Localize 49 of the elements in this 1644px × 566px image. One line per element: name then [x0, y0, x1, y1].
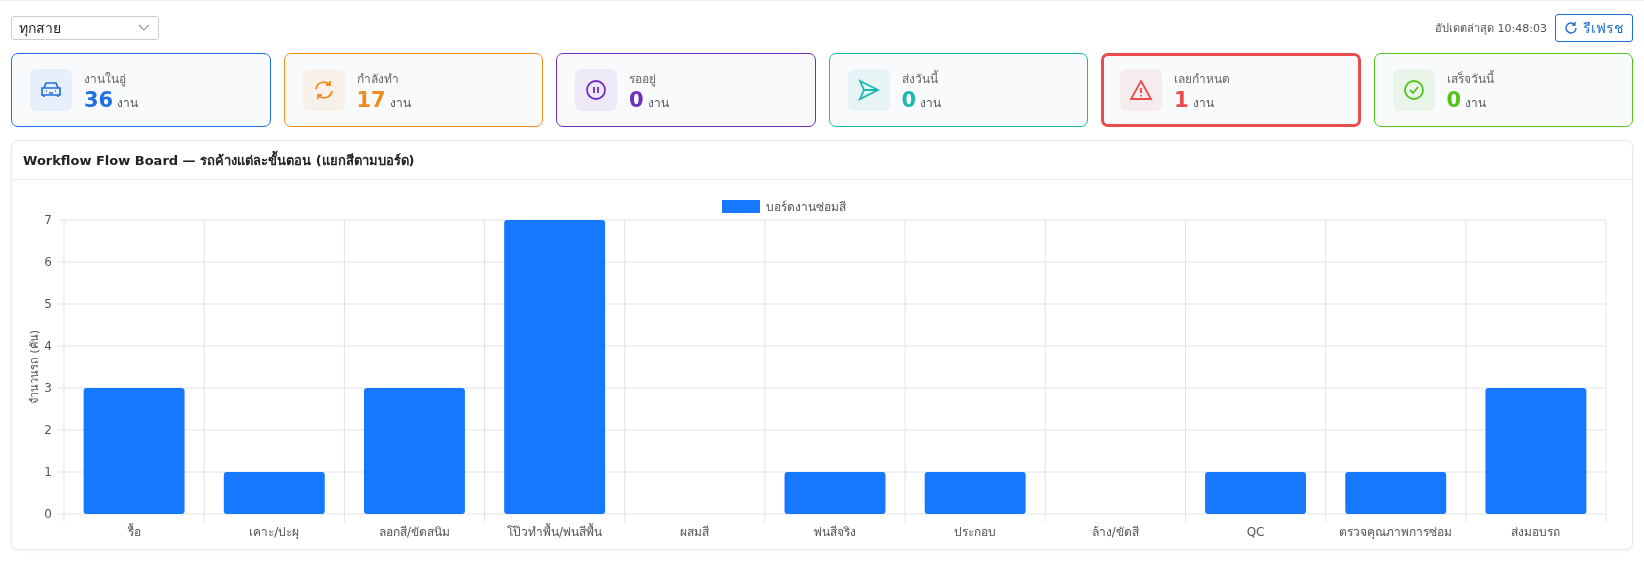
pause-icon: [584, 78, 608, 102]
stat-unit: งาน: [1465, 94, 1487, 112]
y-tick-label: 1: [44, 465, 52, 479]
send-icon: [856, 78, 881, 102]
x-axis-label: พ่นสีจริง: [814, 525, 856, 539]
stat-value: 17: [356, 87, 386, 112]
y-tick-label: 6: [44, 255, 52, 269]
stat-value: 0: [1446, 87, 1462, 112]
y-tick-label: 5: [44, 297, 52, 311]
stat-unit: งาน: [647, 94, 669, 112]
stat-label: เลยกำหนด: [1174, 70, 1230, 88]
refresh-icon: [1564, 21, 1578, 35]
stat-value: 0: [629, 87, 644, 112]
x-axis-label: QC: [1246, 525, 1265, 539]
legend-label[interactable]: บอร์ดงานซ่อมสี: [766, 200, 846, 214]
refresh-button[interactable]: รีเฟรช: [1555, 14, 1633, 42]
stat-value: 1: [1174, 87, 1189, 112]
chevron-icon: [138, 24, 150, 32]
stat-label: รออยู่: [629, 70, 657, 88]
stat-unit: งาน: [117, 94, 139, 112]
stat-label: เสร็จวันนี้: [1446, 69, 1494, 88]
x-axis-label: ลอกสี/ขัดสนิม: [378, 525, 450, 539]
x-axis-label: ส่งมอบรถ: [1511, 525, 1561, 539]
x-axis-label: ผสมสี: [680, 525, 710, 539]
warning-icon: [1129, 78, 1153, 102]
last-updated-text: อัปเดตล่าสุด 10:48:03: [1435, 21, 1547, 37]
y-axis-title: จำนวนรถ (คัน): [28, 329, 41, 405]
x-axis-label: รื้อ: [127, 525, 141, 539]
y-tick-label: 4: [44, 339, 52, 353]
stat-label: ส่งวันนี้: [901, 69, 939, 88]
stat-unit: งาน: [920, 94, 942, 112]
x-axis-label: ตรวจคุณภาพการซ่อม: [1339, 525, 1453, 539]
x-axis-label: ล้าง/ขัดสี: [1091, 525, 1139, 539]
stat-label: กำลังทำ: [356, 70, 400, 88]
panel-title: Workflow Flow Board — รถค้างแต่ละขั้นตอน (แยกสีตามบอร์ด): [23, 149, 415, 170]
x-axis-label: ประกอบ: [954, 525, 997, 539]
y-tick-label: 3: [44, 381, 52, 395]
stat-unit: งาน: [389, 94, 411, 112]
y-tick-label: 2: [44, 423, 52, 437]
check-circle-icon: [1401, 78, 1426, 102]
x-axis-label: เคาะ/ปะผุ: [249, 525, 300, 539]
line-select[interactable]: ทุกสาย: [11, 16, 159, 40]
stat-label: งานในอู่: [84, 70, 127, 88]
y-tick-label: 7: [44, 213, 52, 227]
y-tick-label: 0: [44, 507, 52, 521]
stat-value: 0: [901, 87, 917, 112]
x-axis-label: โป๊วทำพื้น/พ่นสีพื้น: [507, 525, 603, 539]
stat-value: 36: [84, 87, 114, 112]
stat-unit: งาน: [1192, 94, 1214, 112]
